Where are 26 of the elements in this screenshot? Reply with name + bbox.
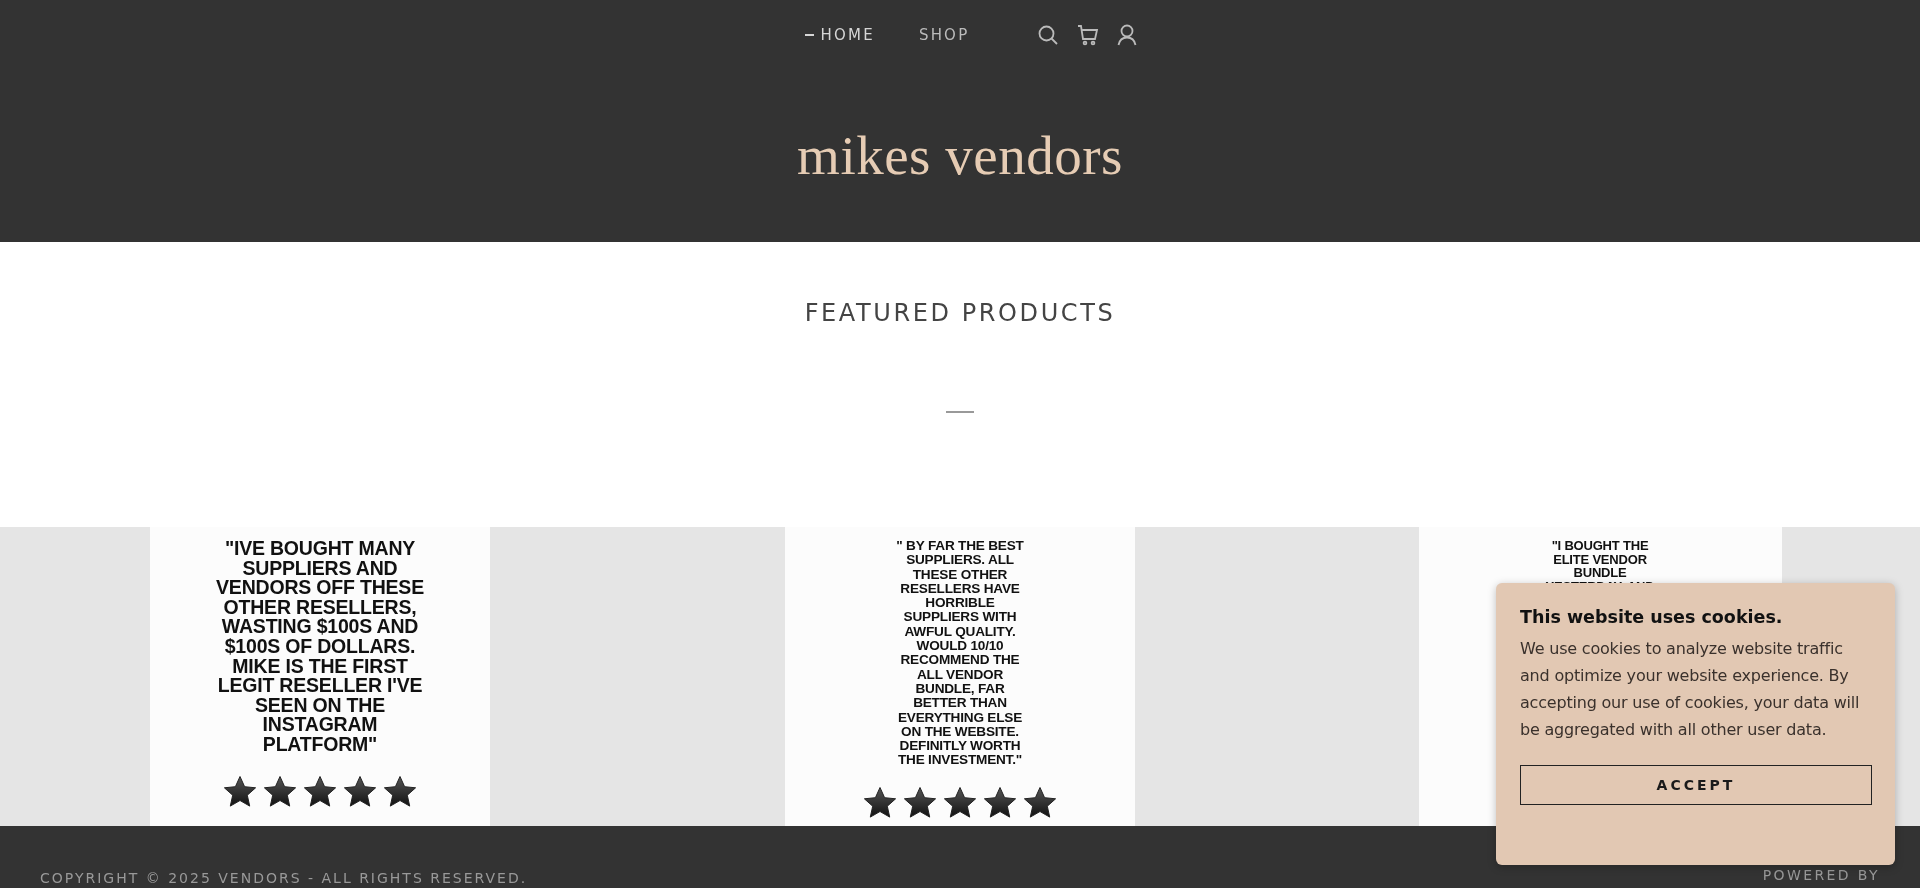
nav-link[interactable]: HOME bbox=[804, 26, 875, 44]
nav-link[interactable]: SHOP bbox=[918, 26, 970, 44]
accept-button[interactable]: ACCEPT bbox=[1520, 765, 1872, 805]
copyright-text: COPYRIGHT © 2025 VENDORS - ALL RIGHTS RESERVED. bbox=[40, 870, 528, 886]
testimonial-quote: " BY FAR THE BEST SUPPLIERS. ALL THESE OTHER RESELLERS HAVE HORRIBLE SUPPLIERS WITH AWFUL QUALITY. WOULD 10/10 RECOMMEND THE ALL VENDOR BUNDLE, FAR BETTER THAN EVERYTHING ELSE ON THE WEBSITE. DEFINITLY WORTH THE INVESTMENT." bbox=[895, 539, 1025, 768]
user-icon[interactable] bbox=[1117, 24, 1138, 46]
cookie-text: We use cookies to analyze website traffic and optimize your website experience. By accepting our use of cookies, your data will be aggregated with all other user data. bbox=[1520, 638, 1861, 741]
cart-icon[interactable] bbox=[1077, 24, 1100, 46]
powered-by-text: POWERED BY bbox=[1762, 867, 1880, 883]
search-icon[interactable] bbox=[1037, 24, 1060, 46]
testimonial-quote: "IVE BOUGHT MANY SUPPLIERS AND VENDORS OFF THESE OTHER RESELLERS, WASTING $100S AND $100S OF DOLLARS. MIKE IS THE FIRST LEGIT RESELLER I'VE SEEN ON THE INSTAGRAM PLATFORM" bbox=[215, 539, 425, 755]
cookie-title: This website uses cookies. bbox=[1520, 607, 1784, 627]
star-icon bbox=[343, 774, 377, 807]
star-icon bbox=[1023, 785, 1057, 818]
star-icon bbox=[303, 774, 337, 807]
star-icon bbox=[863, 785, 897, 818]
star-icon bbox=[223, 774, 257, 807]
section-title: FEATURED PRODUCTS bbox=[804, 299, 1116, 327]
star-icon bbox=[943, 785, 977, 818]
product-image[interactable] bbox=[785, 527, 1135, 826]
site-title: mikes vendors bbox=[797, 124, 1123, 187]
star-icon bbox=[383, 774, 417, 807]
star-icon bbox=[263, 774, 297, 807]
product-image[interactable]: "IVE BOUGHT MANY SUPPLIERS AND VENDORS OFF THESE OTHER RESELLERS, WASTING $100S AND $100S OF DOLLARS. MIKE IS THE FIRST LEGIT RESELLER I'VE SEEN ON THE INSTAGRAM PLATFORM" bbox=[150, 527, 490, 826]
star-icon bbox=[983, 785, 1017, 818]
star-icon bbox=[903, 785, 937, 818]
